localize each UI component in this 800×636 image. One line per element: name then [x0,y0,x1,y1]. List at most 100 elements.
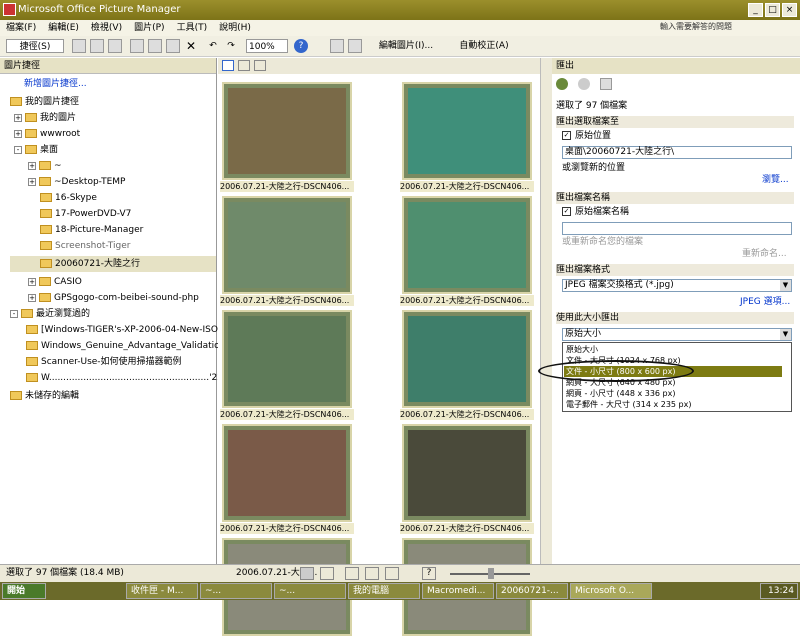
home-icon[interactable] [600,78,612,90]
single-view-icon[interactable] [254,60,266,71]
forward-icon[interactable] [578,78,590,90]
rename-link[interactable]: 重新命名... [742,248,787,260]
tree-item[interactable]: - 最近瀏覽過的 [10,306,90,322]
chevron-down-icon[interactable]: ▼ [780,280,791,291]
thumbnail[interactable] [402,82,532,180]
help-search-input[interactable]: 輸入需要解答的問題 [660,20,795,34]
size-select[interactable]: 原始大小 ▼ [562,328,792,341]
close-button[interactable]: × [782,3,797,17]
thumbnail-scrollbar[interactable] [540,58,552,564]
filmstrip-view-icon[interactable] [238,60,250,71]
chevron-down-icon[interactable]: ▼ [780,329,791,340]
taskbar-item[interactable]: 我的電腦 [348,583,420,599]
collapse-icon[interactable]: - [14,145,22,154]
thumbnail-view-icon[interactable] [222,60,234,71]
tree-item[interactable]: - 桌面 [14,142,58,158]
expand-icon[interactable]: + [28,293,36,302]
zoom-select[interactable]: 100% [246,39,288,53]
help-icon[interactable]: ? [422,567,436,580]
tree-item[interactable]: 我的圖片捷徑 [10,94,79,110]
pen-icon[interactable] [345,567,359,580]
undo-icon[interactable]: ↶ [206,39,220,53]
tree-item[interactable]: + wwwroot [14,126,80,142]
paste-icon[interactable] [166,39,180,53]
thumbnail-view-icon[interactable] [300,567,314,580]
tree-item[interactable]: 17-PowerDVD-V7 [40,206,131,222]
taskbar-item[interactable]: 收件匣 - M... [126,583,198,599]
tree-item[interactable]: 18-Picture-Manager [40,222,143,238]
copy-icon[interactable] [148,39,162,53]
zoom-slider-thumb[interactable] [488,568,494,579]
jpeg-options-link[interactable]: JPEG 選項... [740,296,790,308]
expand-icon[interactable]: + [28,161,36,170]
format-select[interactable]: JPEG 檔案交換格式 (*.jpg) ▼ [562,279,792,292]
browse-link[interactable]: 瀏覽... [762,174,789,186]
filmstrip-view-icon[interactable] [320,567,334,580]
delete-icon[interactable]: ✕ [184,39,198,53]
help-icon[interactable]: ? [294,39,308,53]
tree-item[interactable]: Windows_Genuine_Advantage_Validation_Ti [26,338,238,354]
save-icon[interactable] [72,39,86,53]
autofix-button[interactable]: 自動校正(A) [450,39,518,53]
maximize-button[interactable]: □ [765,3,780,17]
thumbnail[interactable] [222,424,352,522]
tree-item[interactable]: Screenshot-Tiger [40,238,130,254]
tree-item[interactable]: + CASIO [28,274,82,290]
print-icon[interactable] [90,39,104,53]
tree-item[interactable]: W.......................................… [26,370,223,386]
thumbnail[interactable] [222,196,352,294]
tree-item[interactable]: + 我的圖片 [14,110,76,126]
toolbar: 捷徑(S) ✕ ↶ ↷ 100% ? 編輯圖片(I)... 自動校正(A) [0,36,800,57]
taskbar-item[interactable]: 20060721-... [496,583,568,599]
edit-icon[interactable] [365,567,379,580]
tree-item[interactable]: [Windows-TIGER's-XP-2006-04-New-ISO] [26,322,221,338]
taskbar-item[interactable]: ~... [274,583,346,599]
tree-item[interactable]: 未儲存的編輯 [10,388,79,404]
edit-picture-button[interactable]: 編輯圖片(I)... [370,39,442,53]
tree-item[interactable]: Scanner-Use-如何使用掃描器範例 [26,354,182,370]
size-option[interactable]: 網頁 - 小尺寸 (448 x 336 px) [564,388,782,399]
back-icon[interactable] [556,78,568,90]
taskbar-item-active[interactable]: Microsoft O... [570,583,652,599]
thumbnail[interactable] [222,310,352,408]
menu-view[interactable]: 檢視(V) [85,20,128,36]
menu-tools[interactable]: 工具(T) [171,20,214,36]
tree-item[interactable]: + ~Desktop-TEMP [28,174,125,190]
thumbnail[interactable] [222,82,352,180]
rotate-right-icon[interactable] [348,39,362,53]
size-option[interactable]: 電子郵件 - 大尺寸 (314 x 235 px) [564,399,782,410]
rename-field[interactable] [562,222,792,235]
original-location-checkbox[interactable]: ✓ 原始位置 [562,130,611,142]
menu-edit[interactable]: 編輯(E) [42,20,85,36]
menu-picture[interactable]: 圖片(P) [128,20,170,36]
tree-item-selected[interactable]: 20060721-大陸之行 [10,256,216,272]
size-option[interactable]: 原始大小 [564,344,782,355]
shortcut-button[interactable]: 捷徑(S) [6,39,64,53]
expand-icon[interactable]: + [14,113,22,122]
expand-icon[interactable]: + [14,129,22,138]
start-button[interactable]: 開始 [2,583,46,599]
export-path-field[interactable]: 桌面\20060721-大陸之行\ [562,146,792,159]
thumbnail[interactable] [402,424,532,522]
redo-icon[interactable]: ↷ [224,39,238,53]
mail-icon[interactable] [108,39,122,53]
menu-file[interactable]: 檔案(F) [0,20,42,36]
folder-icon [40,209,52,218]
draw-icon[interactable] [385,567,399,580]
minimize-button[interactable]: _ [748,3,763,17]
thumbnail[interactable] [402,310,532,408]
tree-item[interactable]: 16-Skype [40,190,97,206]
expand-icon[interactable]: + [28,177,36,186]
taskbar-item[interactable]: ~... [200,583,272,599]
collapse-icon[interactable]: - [10,309,18,318]
cut-icon[interactable] [130,39,144,53]
expand-icon[interactable]: + [28,277,36,286]
tree-item[interactable]: + GPSgogo-com-beibei-sound-php [28,290,199,306]
rotate-left-icon[interactable] [330,39,344,53]
original-filename-checkbox[interactable]: ✓ 原始檔案名稱 [562,206,629,218]
menu-help[interactable]: 說明(H) [213,20,257,36]
add-shortcut-link[interactable]: 新增圖片捷徑... [24,76,87,92]
taskbar-item[interactable]: Macromedi... [422,583,494,599]
tree-item[interactable]: + ~ [28,158,62,174]
thumbnail[interactable] [402,196,532,294]
